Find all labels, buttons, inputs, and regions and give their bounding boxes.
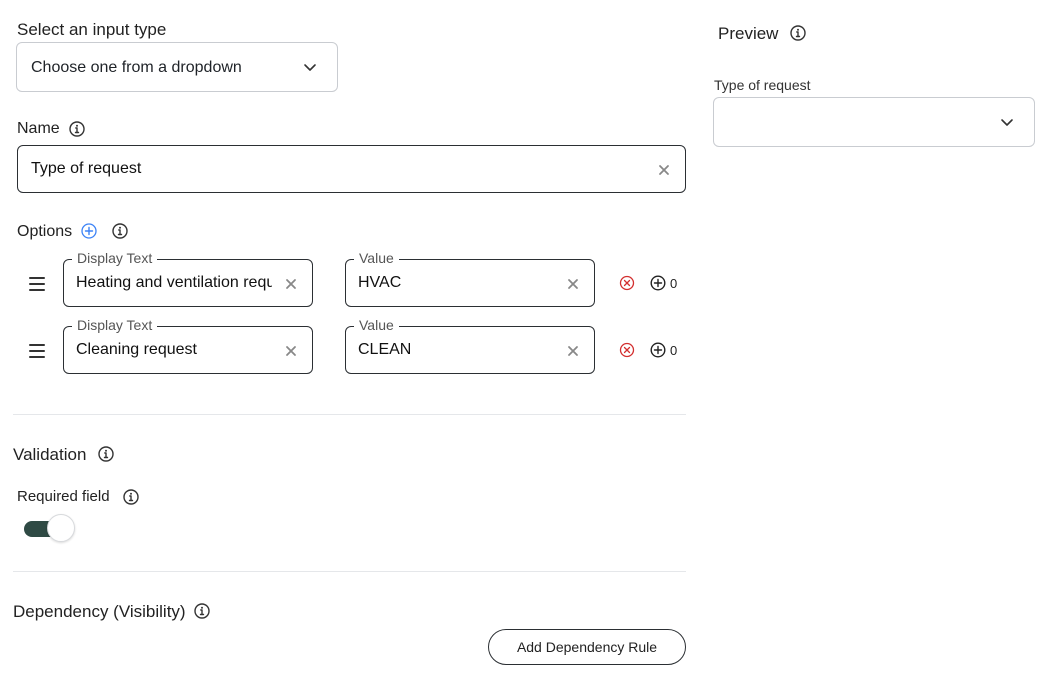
display-text-legend: Display Text	[72, 250, 158, 266]
clear-icon[interactable]	[566, 344, 580, 358]
display-text-legend: Display Text	[72, 317, 158, 333]
preview-field-label: Type of request	[714, 77, 811, 93]
validation-title: Validation	[13, 445, 87, 464]
preview-title: Preview	[718, 24, 779, 43]
option-value: CLEAN	[358, 341, 412, 358]
name-field-value: Type of request	[31, 160, 142, 177]
option-display-text-field[interactable]: Display Text Heating and ventilation req…	[63, 250, 313, 307]
clear-icon[interactable]	[566, 277, 580, 291]
info-icon[interactable]	[98, 446, 114, 462]
drag-handle-icon[interactable]	[29, 344, 45, 358]
name-label: Name	[17, 120, 60, 137]
value-legend: Value	[354, 250, 399, 266]
clear-icon[interactable]	[284, 344, 298, 358]
add-rule-icon[interactable]	[650, 275, 666, 291]
info-icon[interactable]	[123, 489, 139, 505]
name-field[interactable]: Type of request	[17, 145, 686, 193]
dependency-title: Dependency (Visibility)	[13, 602, 186, 621]
option-rule-count: 0	[670, 276, 678, 291]
drag-handle-icon[interactable]	[29, 277, 45, 291]
input-type-label: Select an input type	[17, 20, 167, 39]
info-icon[interactable]	[112, 223, 128, 239]
add-option-icon[interactable]	[81, 223, 97, 239]
toggle-thumb	[47, 514, 75, 542]
add-dependency-rule-button[interactable]: Add Dependency Rule	[488, 629, 686, 665]
chevron-down-icon	[1000, 115, 1014, 129]
chevron-down-icon	[303, 60, 317, 74]
add-rule-icon[interactable]	[650, 342, 666, 358]
preview-dropdown[interactable]	[713, 97, 1035, 147]
option-value-field[interactable]: Value HVAC	[345, 250, 595, 307]
options-label: Options	[17, 223, 73, 240]
option-value: HVAC	[358, 274, 402, 291]
required-field-toggle[interactable]	[24, 514, 76, 544]
display-text-value: Cleaning request	[76, 341, 197, 358]
option-value-field[interactable]: Value CLEAN	[345, 317, 595, 374]
value-legend: Value	[354, 317, 399, 333]
remove-option-icon[interactable]	[619, 342, 635, 358]
remove-option-icon[interactable]	[619, 275, 635, 291]
clear-icon[interactable]	[657, 163, 671, 177]
option-display-text-field[interactable]: Display Text Cleaning request	[63, 317, 313, 374]
section-divider	[13, 414, 686, 415]
section-divider	[13, 571, 686, 572]
input-type-select[interactable]: Choose one from a dropdown	[16, 42, 338, 92]
info-icon[interactable]	[790, 25, 806, 41]
info-icon[interactable]	[69, 121, 85, 137]
option-rule-count: 0	[670, 343, 678, 358]
required-field-label: Required field	[17, 488, 110, 505]
info-icon[interactable]	[194, 603, 210, 619]
clear-icon[interactable]	[284, 277, 298, 291]
display-text-value: Heating and ventilation requ	[76, 274, 272, 291]
input-type-selected-value: Choose one from a dropdown	[31, 59, 242, 76]
